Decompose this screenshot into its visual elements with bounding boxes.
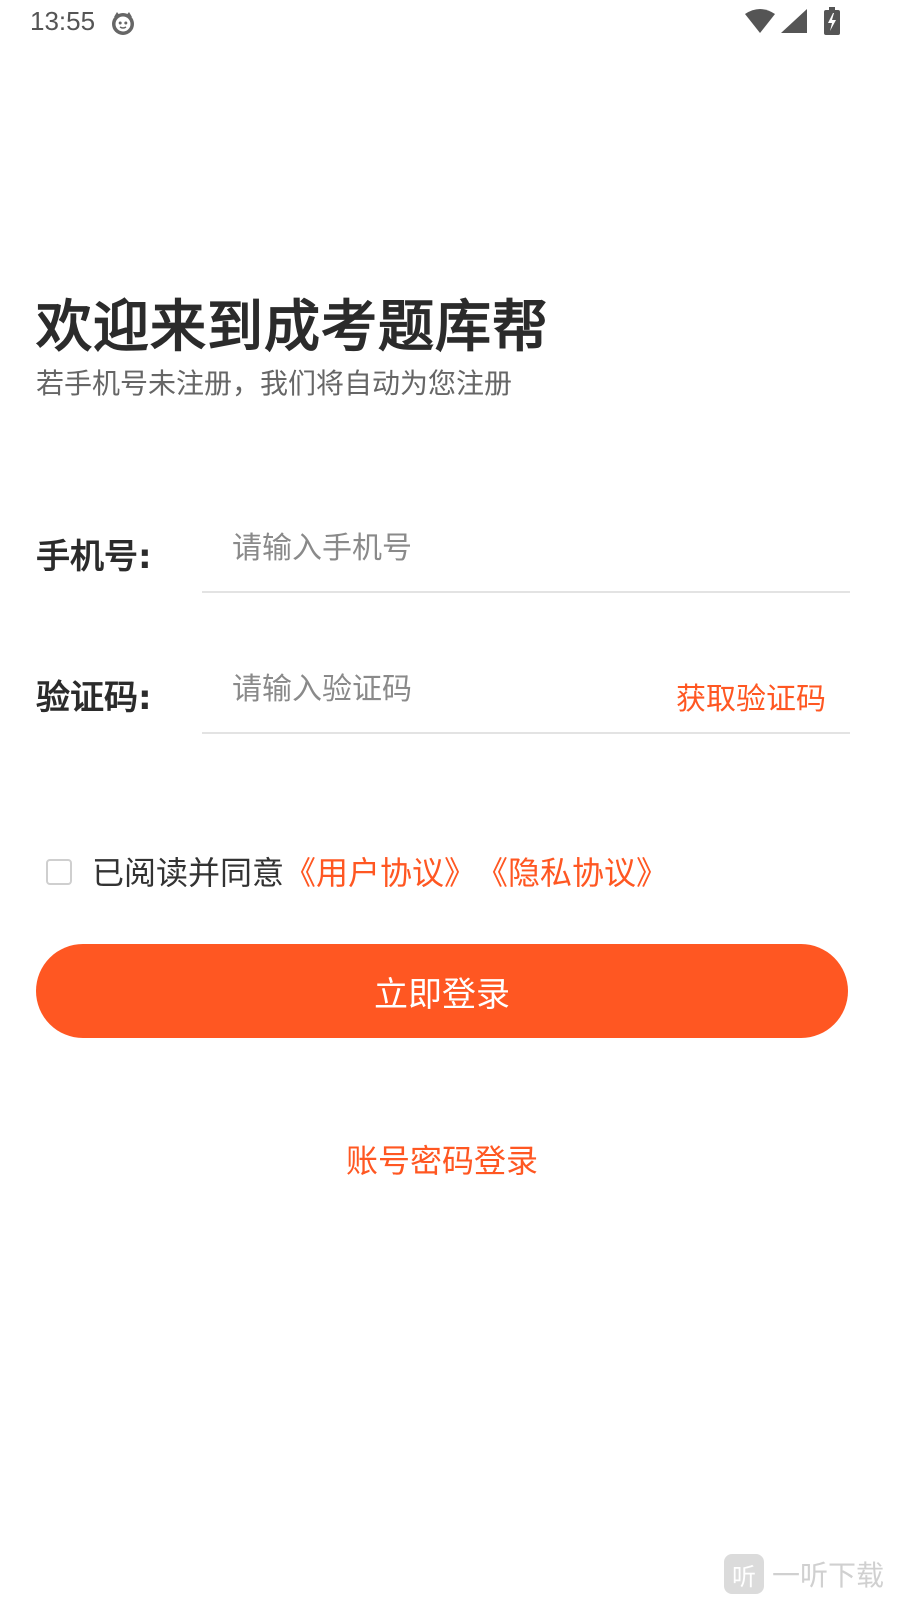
agreement-row: 已阅读并同意 《用户协议》 《隐私协议》 <box>46 848 668 894</box>
wifi-icon <box>744 8 776 38</box>
get-code-button[interactable]: 获取验证码 <box>676 674 826 718</box>
page-subtitle: 若手机号未注册，我们将自动为您注册 <box>36 367 513 400</box>
code-label: 验证码: <box>36 678 152 718</box>
privacy-agreement-link[interactable]: 《隐私协议》 <box>476 848 668 894</box>
status-time: 13:55 <box>30 6 96 36</box>
watermark-text: 一听下载 <box>771 1559 884 1592</box>
login-button[interactable]: 立即登录 <box>36 944 848 1038</box>
status-icons <box>744 7 840 39</box>
password-login-link[interactable]: 账号密码登录 <box>0 1136 884 1182</box>
agreement-text: 已阅读并同意 <box>92 854 285 892</box>
watermark-logo-icon: 听 <box>723 1554 764 1594</box>
phone-row: 手机号: <box>36 505 866 595</box>
status-bar: 13:55 <box>0 0 900 48</box>
phone-input[interactable] <box>202 505 850 593</box>
code-row: 验证码: 获取验证码 <box>36 646 866 736</box>
watermark: 听 一听下载 <box>723 1554 884 1594</box>
battery-charging-icon <box>824 7 840 39</box>
signal-icon <box>780 8 808 38</box>
user-agreement-link[interactable]: 《用户协议》 <box>284 848 476 894</box>
face-icon <box>110 10 136 36</box>
page-title: 欢迎来到成考题库帮 <box>36 295 549 360</box>
phone-label: 手机号: <box>36 537 152 577</box>
agree-checkbox[interactable] <box>46 859 72 885</box>
